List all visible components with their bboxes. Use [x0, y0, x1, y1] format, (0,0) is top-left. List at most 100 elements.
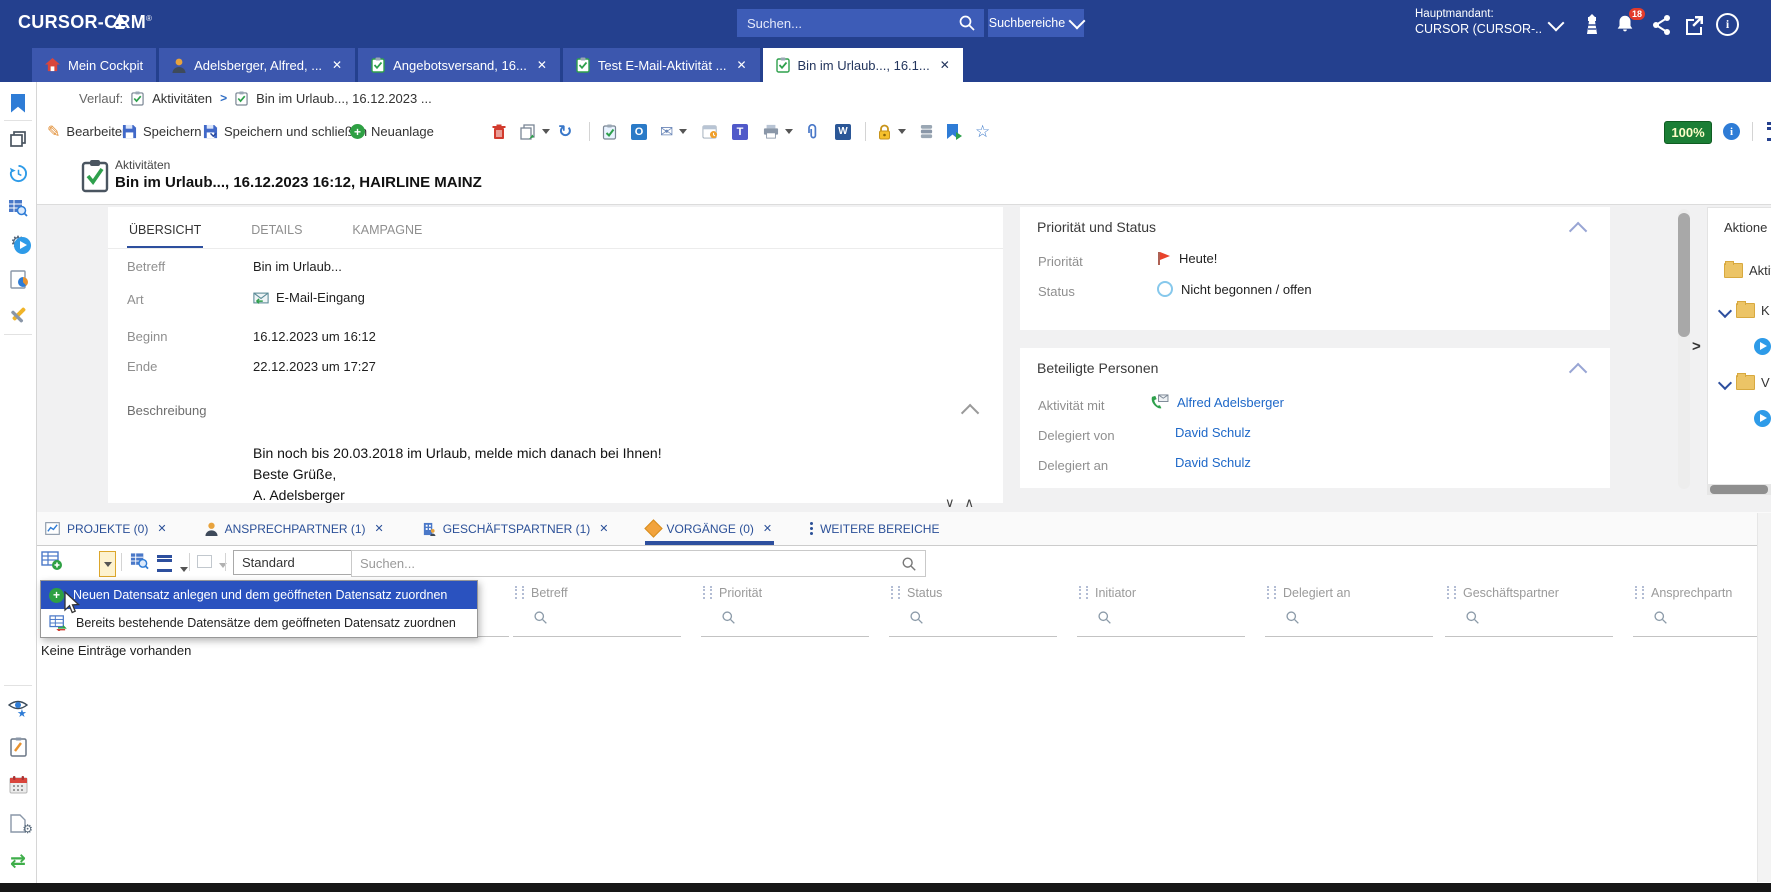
- column-header-delegiert-an[interactable]: Delegiert an: [1283, 586, 1350, 600]
- breadcrumb-item-aktivitaeten[interactable]: Aktivitäten: [152, 91, 212, 106]
- about-info-icon[interactable]: i: [1716, 13, 1740, 37]
- splitter-collapse-controls[interactable]: ∨∧: [945, 495, 984, 511]
- tab-uebersicht[interactable]: ÜBERSICHT: [127, 217, 203, 249]
- close-icon[interactable]: ✕: [375, 522, 384, 535]
- actions-folder-k[interactable]: K: [1720, 303, 1770, 318]
- tab-test-email-aktivitaet[interactable]: Test E-Mail-Aktivität ... ✕: [563, 48, 760, 82]
- teams-button[interactable]: T: [732, 114, 748, 149]
- scrollbar-thumb[interactable]: [1710, 485, 1768, 494]
- ende-value[interactable]: 22.12.2023 um 17:27: [253, 359, 376, 374]
- search-scope-button[interactable]: Suchbereiche: [988, 9, 1084, 37]
- column-header-ansprechpartner[interactable]: Ansprechpartn: [1651, 586, 1732, 600]
- search-icon[interactable]: [958, 14, 976, 32]
- table-search-icon[interactable]: [0, 195, 36, 221]
- column-filter-search-icon[interactable]: [1097, 610, 1112, 625]
- close-icon[interactable]: ✕: [599, 522, 608, 535]
- collapse-description-icon[interactable]: [961, 404, 979, 422]
- global-search-input[interactable]: [737, 16, 958, 31]
- save-and-close-button[interactable]: Speichern und schließen: [203, 114, 367, 149]
- delete-button[interactable]: [492, 114, 506, 149]
- collapse-panel-icon[interactable]: [1569, 222, 1587, 240]
- tab-ansprechpartner[interactable]: ANSPRECHPARTNER (1) ✕: [203, 512, 386, 545]
- list-view-button[interactable]: [157, 555, 188, 577]
- permissions-lock-button[interactable]: [877, 114, 906, 149]
- menu-item-new-record[interactable]: + Neuen Datensatz anlegen und dem geöffn…: [41, 581, 477, 609]
- actions-folder-aktivitaeten[interactable]: Aktiv: [1724, 263, 1771, 278]
- outlook-button[interactable]: O: [631, 114, 647, 149]
- beginn-value[interactable]: 16.12.2023 um 16:12: [253, 329, 376, 344]
- prioritaet-value[interactable]: Heute!: [1157, 251, 1217, 266]
- column-header-betreff[interactable]: Betreff: [531, 586, 568, 600]
- sync-icon[interactable]: ⇄: [0, 848, 36, 874]
- appointment-button[interactable]: [702, 114, 718, 149]
- horizontal-scrollbar[interactable]: [1707, 484, 1771, 495]
- breadcrumb-item-current[interactable]: Bin im Urlaub..., 16.12.2023 ...: [256, 91, 432, 106]
- status-value[interactable]: Nicht begonnen / offen: [1157, 281, 1312, 297]
- edit-button[interactable]: ✎ Bearbeiten: [47, 114, 129, 149]
- actions-run-item[interactable]: [1754, 410, 1771, 427]
- menu-item-link-existing[interactable]: Bereits bestehende Datensätze dem geöffn…: [41, 609, 477, 637]
- link-record-menu-caret[interactable]: [99, 551, 116, 577]
- bookmark-icon[interactable]: [0, 90, 36, 116]
- column-drag-handle[interactable]: [1635, 586, 1644, 599]
- scrollbar-thumb[interactable]: [1678, 213, 1690, 337]
- column-drag-handle[interactable]: [1447, 586, 1456, 599]
- collapse-panel-icon[interactable]: [1569, 363, 1587, 381]
- delegiert-an-link[interactable]: David Schulz: [1175, 455, 1251, 470]
- column-drag-handle[interactable]: [703, 586, 712, 599]
- related-search-input[interactable]: [352, 556, 901, 571]
- notifications-bell[interactable]: 18: [1614, 13, 1638, 37]
- tab-angebotsversand[interactable]: Angebotsversand, 16... ✕: [358, 48, 560, 82]
- notes-clipboard-icon[interactable]: [0, 734, 36, 760]
- aktivitaet-mit-link[interactable]: Alfred Adelsberger: [1177, 395, 1284, 410]
- save-button[interactable]: Speichern: [122, 114, 202, 149]
- column-header-status[interactable]: Status: [907, 586, 942, 600]
- column-filter-search-icon[interactable]: [909, 610, 924, 625]
- close-icon[interactable]: ✕: [736, 58, 746, 72]
- column-drag-handle[interactable]: [515, 586, 524, 599]
- beschreibung-text[interactable]: Bin noch bis 20.03.2018 im Urlaub, melde…: [253, 443, 662, 503]
- database-button[interactable]: [919, 114, 934, 149]
- tab-geschaeftspartner[interactable]: GESCHÄFTSPARTNER (1) ✕: [420, 512, 611, 545]
- lighthouse-icon[interactable]: [1580, 13, 1604, 37]
- tab-weitere-bereiche[interactable]: WEITERE BEREICHE: [808, 512, 941, 545]
- tab-mein-cockpit[interactable]: Mein Cockpit: [32, 48, 156, 82]
- tab-projekte[interactable]: PROJEKTE (0) ✕: [43, 512, 169, 545]
- table-search-button[interactable]: [130, 552, 149, 575]
- info-button[interactable]: i: [1723, 114, 1740, 149]
- word-export-button[interactable]: W: [835, 114, 851, 149]
- column-filter-search-icon[interactable]: [1285, 610, 1300, 625]
- column-drag-handle[interactable]: [891, 586, 900, 599]
- tab-bin-im-urlaub[interactable]: Bin im Urlaub..., 16.1... ✕: [763, 48, 963, 82]
- column-filter-search-icon[interactable]: [1465, 610, 1480, 625]
- menu-button[interactable]: [1767, 114, 1771, 149]
- actions-run-item[interactable]: [1754, 338, 1771, 355]
- search-icon[interactable]: [901, 556, 917, 572]
- column-filter-search-icon[interactable]: [721, 610, 736, 625]
- copy-record-button[interactable]: [520, 114, 550, 149]
- task-complete-button[interactable]: [602, 114, 617, 149]
- print-button[interactable]: [763, 114, 793, 149]
- tab-adelsberger[interactable]: Adelsberger, Alfred, ... ✕: [159, 48, 355, 82]
- column-filter-search-icon[interactable]: [533, 610, 548, 625]
- column-header-prioritaet[interactable]: Priorität: [719, 586, 762, 600]
- close-icon[interactable]: ✕: [537, 58, 547, 72]
- betreff-value[interactable]: Bin im Urlaub...: [253, 259, 342, 274]
- actions-folder-v[interactable]: V: [1720, 375, 1770, 390]
- column-drag-handle[interactable]: [1079, 586, 1088, 599]
- close-icon[interactable]: ✕: [763, 522, 772, 535]
- new-record-button[interactable]: + Neuanlage: [350, 114, 434, 149]
- favorites-eye-icon[interactable]: ★: [0, 694, 36, 720]
- document-settings-icon[interactable]: ⚙: [0, 810, 36, 836]
- column-header-initiator[interactable]: Initiator: [1095, 586, 1136, 600]
- tab-kampagne[interactable]: KAMPAGNE: [350, 217, 424, 249]
- process-gear-icon[interactable]: ⚙: [0, 230, 36, 256]
- bookmark-add-button[interactable]: [947, 114, 958, 149]
- favorite-star-button[interactable]: ☆: [975, 114, 990, 149]
- tab-details[interactable]: DETAILS: [249, 217, 304, 249]
- calendar-icon[interactable]: [0, 772, 36, 798]
- tenant-selector[interactable]: Hauptmandant: CURSOR (CURSOR-...: [1415, 7, 1543, 37]
- panel-expander-chevron[interactable]: >: [1692, 338, 1701, 355]
- vertical-scrollbar[interactable]: [1678, 209, 1690, 489]
- close-icon[interactable]: ✕: [157, 522, 166, 535]
